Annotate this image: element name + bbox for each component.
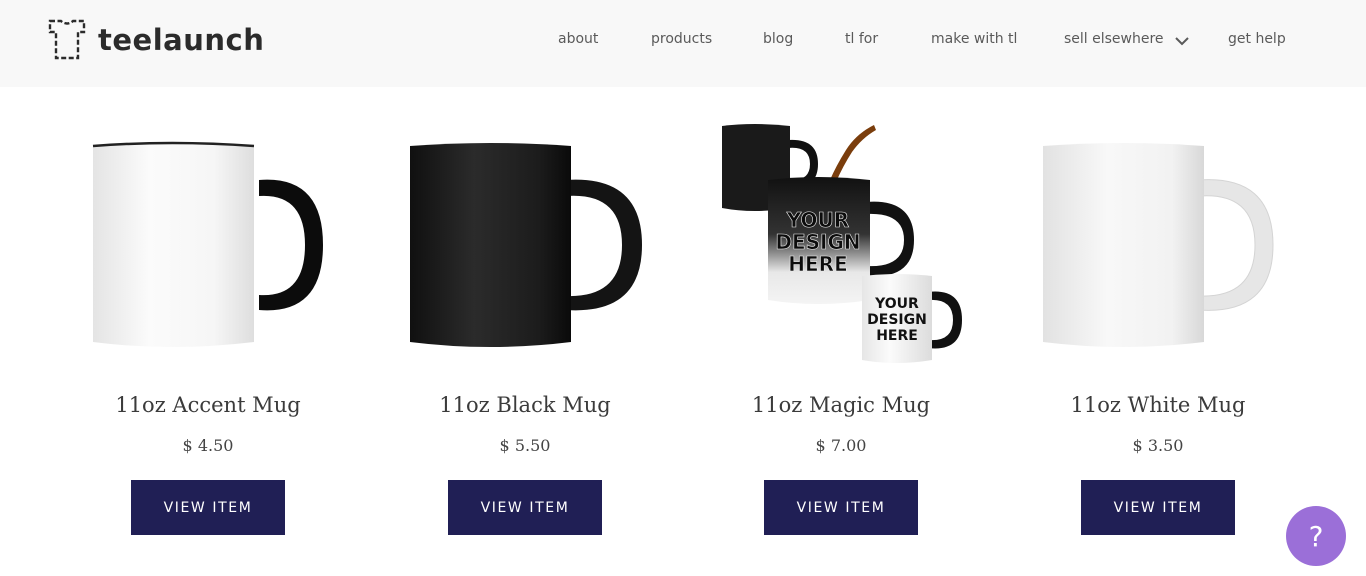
main-nav: about products blog tl for make with tl … [0, 31, 1366, 51]
nav-item-tl-for[interactable]: tl for [845, 31, 878, 47]
nav-item-products[interactable]: products [651, 31, 712, 47]
svg-text:DESIGN: DESIGN [775, 230, 860, 254]
site-header: teelaunch about products blog tl for mak… [0, 0, 1366, 87]
product-price: $ 4.50 [182, 436, 234, 455]
black-mug-image[interactable] [390, 120, 660, 370]
nav-item-blog[interactable]: blog [763, 31, 793, 47]
product-name[interactable]: 11oz Magic Mug [706, 393, 976, 417]
nav-item-about[interactable]: about [558, 31, 598, 47]
magic-mug-image[interactable]: YOUR DESIGN HERE YOUR DESIGN HERE [706, 120, 976, 370]
svg-text:DESIGN: DESIGN [867, 312, 927, 328]
product-price: $ 3.50 [1132, 436, 1184, 455]
question-icon: ? [1308, 519, 1324, 553]
help-chat-button[interactable]: ? [1286, 506, 1346, 566]
svg-text:HERE: HERE [876, 328, 918, 344]
product-name[interactable]: 11oz White Mug [1023, 393, 1293, 417]
product-price: $ 7.00 [815, 436, 867, 455]
nav-item-sell-elsewhere[interactable]: sell elsewhere [1064, 31, 1164, 47]
product-price: $ 5.50 [499, 436, 551, 455]
nav-item-get-help[interactable]: get help [1228, 31, 1286, 47]
accent-mug-image[interactable] [73, 120, 343, 370]
svg-text:YOUR: YOUR [874, 296, 919, 312]
view-item-button[interactable]: VIEW ITEM [448, 480, 602, 535]
view-item-button[interactable]: VIEW ITEM [1081, 480, 1235, 535]
view-item-button[interactable]: VIEW ITEM [131, 480, 285, 535]
svg-text:HERE: HERE [788, 252, 847, 276]
chevron-down-icon[interactable] [1174, 35, 1190, 47]
product-name[interactable]: 11oz Accent Mug [73, 393, 343, 417]
nav-item-make-with-tl[interactable]: make with tl [931, 31, 1017, 47]
view-item-button[interactable]: VIEW ITEM [764, 480, 918, 535]
svg-text:YOUR: YOUR [786, 208, 849, 232]
product-name[interactable]: 11oz Black Mug [390, 393, 660, 417]
white-mug-image[interactable] [1023, 120, 1293, 370]
